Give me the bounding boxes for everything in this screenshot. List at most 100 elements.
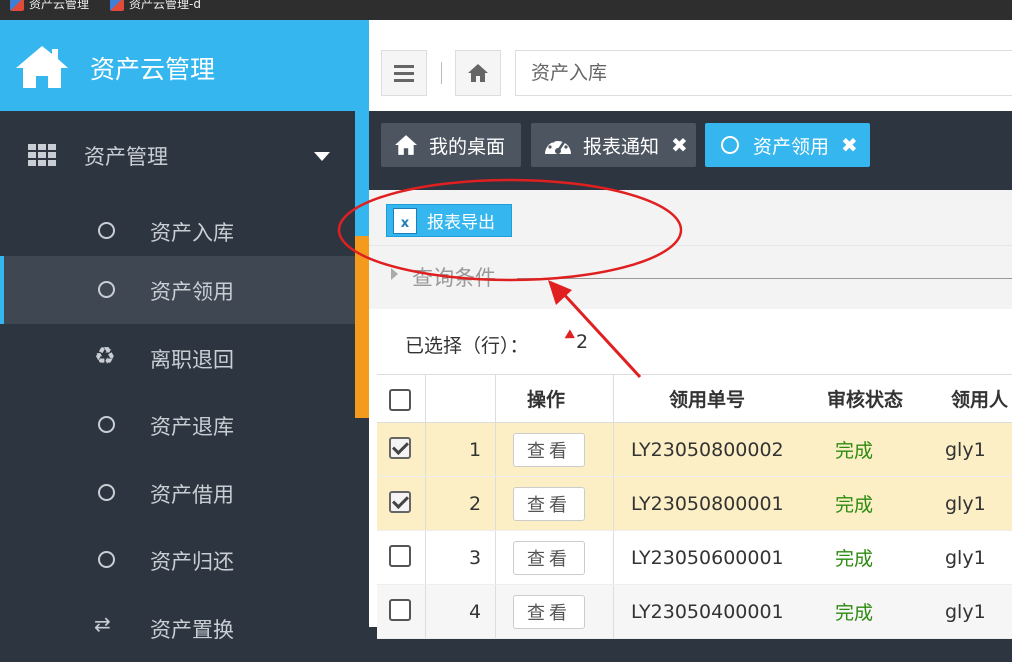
menu-toggle-button[interactable] (381, 50, 427, 96)
brand-header[interactable]: 资产云管理 (0, 20, 355, 111)
close-icon[interactable]: ✖ (841, 133, 858, 157)
favicon-icon (10, 0, 24, 11)
row-checkbox[interactable] (389, 491, 411, 513)
top-bar: 资产入库 (369, 20, 1012, 111)
circle-icon (98, 416, 115, 433)
column-header-order-no: 领用单号 (669, 389, 746, 411)
sidebar: 资产云管理 资产管理 资产入库 资产领用 ♻ 离职退回 资产退库 资产借用 资产… (0, 20, 355, 642)
selection-info: 已选择（行）： 2 (369, 309, 1012, 374)
sidebar-item-asset-inbound[interactable]: 资产入库 (0, 197, 355, 265)
grid-icon (28, 144, 56, 166)
table-row[interactable]: 1 查看 LY23050800002 完成 gly1 (377, 423, 1012, 477)
circle-icon (98, 281, 115, 298)
query-conditions-label: 查询条件 (412, 266, 496, 290)
tab-report-notice[interactable]: 报表通知 ✖ (531, 123, 696, 167)
page-tabs-bar: 我的桌面 报表通知 ✖ 资产领用 ✖ (369, 111, 1012, 190)
sidebar-item-resignation-return[interactable]: ♻ 离职退回 (0, 324, 355, 392)
favicon-icon (110, 0, 124, 11)
column-header-action: 操作 (527, 389, 566, 411)
user-name: gly1 (945, 546, 986, 569)
row-checkbox[interactable] (389, 437, 411, 459)
table-row[interactable]: 4 查看 LY23050400001 完成 gly1 (377, 585, 1012, 639)
status-text: 完成 (835, 440, 874, 462)
selection-count: 2 (576, 331, 589, 353)
export-report-button[interactable]: x 报表导出 (386, 204, 512, 237)
browser-tab-strip: 资产云管理 资产云管理-d (0, 0, 1012, 20)
row-checkbox[interactable] (389, 545, 411, 567)
view-button[interactable]: 查看 (513, 540, 585, 575)
exchange-icon: ⇄ (94, 612, 111, 636)
row-index: 3 (469, 546, 482, 569)
close-icon[interactable]: ✖ (671, 133, 688, 157)
caret-right-icon (391, 268, 398, 280)
tab-my-desktop[interactable]: 我的桌面 (381, 123, 521, 167)
table-row[interactable]: 2 查看 LY23050800001 完成 gly1 (377, 477, 1012, 531)
row-index: 4 (469, 600, 482, 623)
row-checkbox[interactable] (389, 599, 411, 621)
sidebar-item-label: 资产领用 (150, 280, 234, 304)
sidebar-item-label: 资产归还 (150, 550, 234, 574)
row-index: 1 (469, 438, 482, 461)
export-report-label: 报表导出 (427, 213, 495, 233)
tab-label: 我的桌面 (429, 135, 506, 158)
content-panel: x 报表导出 查询条件 已选择（行）： 2 操作 领用单号 审核状态 领用人 1… (369, 190, 1012, 639)
tab-label: 资产领用 (753, 135, 830, 158)
table-header: 操作 领用单号 审核状态 领用人 (377, 374, 1012, 423)
view-button[interactable]: 查看 (513, 432, 585, 467)
query-conditions-panel[interactable]: 查询条件 (369, 245, 1012, 309)
tab-label: 报表通知 (583, 135, 660, 158)
status-text: 完成 (835, 548, 874, 570)
divider (517, 278, 1012, 279)
tab-asset-requisition[interactable]: 资产领用 ✖ (705, 123, 870, 167)
dashboard-icon (545, 139, 571, 154)
user-name: gly1 (945, 492, 986, 515)
user-name: gly1 (945, 600, 986, 623)
sidebar-item-label: 离职退回 (150, 348, 234, 372)
sidebar-menu-asset-management[interactable]: 资产管理 (0, 111, 355, 197)
sidebar-edge-strip (355, 20, 369, 627)
browser-tab[interactable]: 资产云管理 (10, 0, 89, 14)
sidebar-item-asset-borrow[interactable]: 资产借用 (0, 459, 355, 527)
user-name: gly1 (945, 438, 986, 461)
status-text: 完成 (835, 494, 874, 516)
home-button[interactable] (455, 50, 501, 96)
order-number: LY23050800002 (631, 438, 784, 461)
excel-file-icon: x (393, 207, 417, 234)
caret-down-icon (314, 152, 330, 161)
recycle-icon: ♻ (94, 342, 116, 370)
sidebar-item-label: 资产借用 (150, 483, 234, 507)
order-number: LY23050400001 (631, 600, 784, 623)
annotation-marker (562, 329, 575, 343)
view-button[interactable]: 查看 (513, 594, 585, 629)
browser-tab-label: 资产云管理-d (129, 0, 201, 11)
order-number: LY23050600001 (631, 546, 784, 569)
table-row[interactable]: 3 查看 LY23050600001 完成 gly1 (377, 531, 1012, 585)
browser-tab-label: 资产云管理 (29, 0, 90, 11)
home-logo-icon (16, 46, 68, 88)
selection-label: 已选择（行）： (405, 335, 529, 357)
status-text: 完成 (835, 602, 874, 624)
column-header-status: 审核状态 (827, 389, 904, 411)
breadcrumb: 资产入库 (515, 50, 1012, 96)
sidebar-item-asset-giveback[interactable]: 资产归还 (0, 526, 355, 594)
view-button[interactable]: 查看 (513, 486, 585, 521)
brand-title: 资产云管理 (90, 55, 216, 84)
requisition-table: 操作 领用单号 审核状态 领用人 1 查看 LY23050800002 完成 g… (377, 374, 1012, 639)
divider (441, 62, 442, 84)
browser-tab[interactable]: 资产云管理-d (110, 0, 201, 14)
sidebar-item-label: 资产置换 (150, 618, 234, 642)
circle-icon (98, 222, 115, 239)
sidebar-item-asset-requisition[interactable]: 资产领用 (0, 256, 355, 324)
sidebar-item-label: 资产入库 (150, 221, 234, 245)
select-all-checkbox[interactable] (389, 389, 411, 411)
sidebar-item-asset-exchange[interactable]: ⇄ 资产置换 (0, 594, 355, 662)
home-icon (395, 135, 417, 155)
circle-icon (98, 551, 115, 568)
sidebar-item-label: 资产退库 (150, 415, 234, 439)
toolbar: x 报表导出 (369, 190, 1012, 245)
sidebar-menu-label: 资产管理 (84, 145, 168, 169)
circle-icon (721, 136, 739, 154)
main-area: 资产入库 我的桌面 报表通知 ✖ 资产领用 ✖ x 报表导出 查询条件 已选择（… (355, 20, 1012, 639)
circle-icon (98, 484, 115, 501)
sidebar-item-asset-return-stock[interactable]: 资产退库 (0, 391, 355, 459)
